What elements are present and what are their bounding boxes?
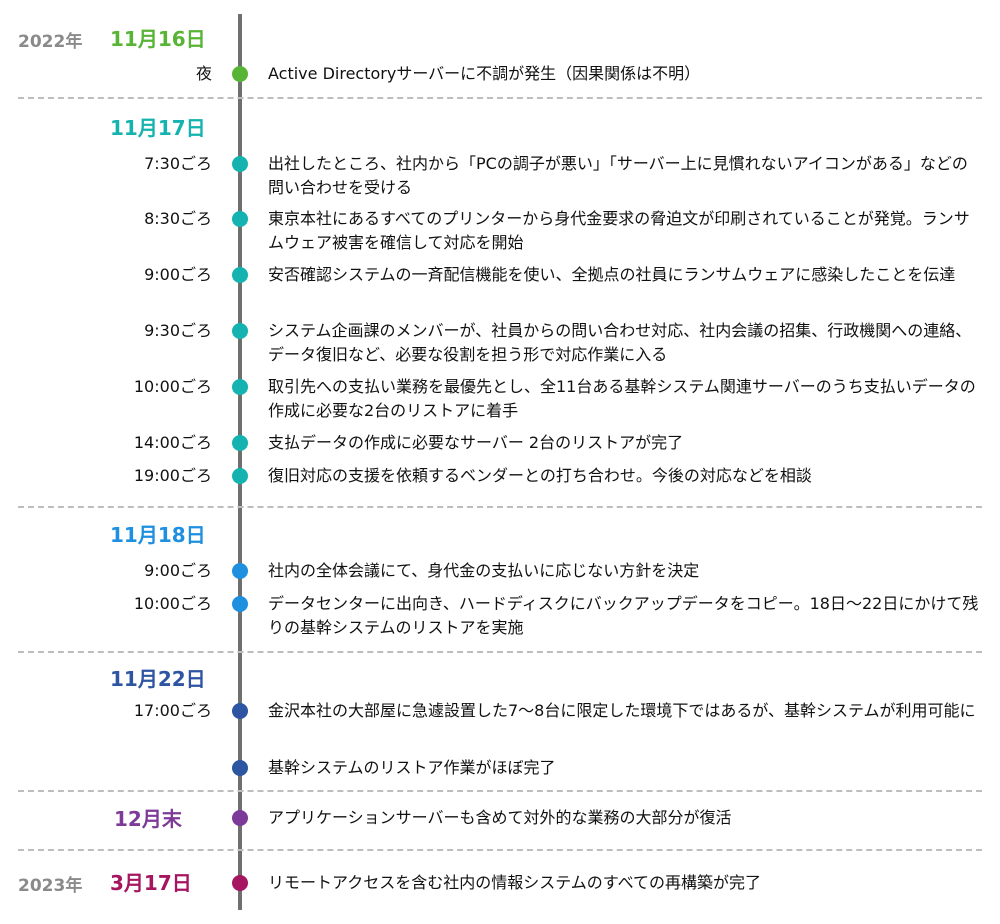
year-label: 2022年: [18, 32, 83, 52]
event-text: Active Directoryサーバーに不調が発生（因果関係は不明）: [268, 64, 701, 83]
event-time: 14:00ごろ: [133, 433, 212, 452]
event-text: 支払データの作成に必要なサーバー 2台のリストアが完了: [268, 433, 684, 452]
timeline-dot: [232, 468, 248, 484]
event-text: 出社したところ、社内から「PCの調子が悪い」「サーバー上に見慣れないアイコンがあ…: [268, 154, 968, 197]
timeline-dot: [232, 760, 248, 776]
year-label: 2023年: [18, 876, 83, 896]
timeline-dot: [232, 435, 248, 451]
event-text: 復旧対応の支援を依頼するベンダーとの打ち合わせ。今後の対応などを相談: [268, 466, 812, 485]
event-text: 安否確認システムの一斉配信機能を使い、全拠点の社員にランサムウェアに感染したこと…: [268, 265, 956, 284]
section-divider: [18, 97, 982, 99]
event-time: 9:30ごろ: [144, 321, 212, 340]
timeline-dot: [232, 156, 248, 172]
event-time: 夜: [195, 64, 212, 83]
section-date: 11月22日: [110, 667, 206, 691]
timeline-dot: [232, 267, 248, 283]
event-text: 基幹システムのリストア作業がほぼ完了: [268, 758, 556, 777]
event-time: 7:30ごろ: [144, 154, 212, 173]
event-time: 17:00ごろ: [133, 701, 212, 720]
timeline-dot: [232, 323, 248, 339]
event-text: リモートアクセスを含む社内の情報システムのすべての再構築が完了: [268, 873, 761, 892]
timeline-dot: [232, 596, 248, 612]
event-text: 東京本社にあるすべてのプリンターから身代金要求の脅迫文が印刷されていることが発覚…: [268, 209, 970, 252]
timeline-dot: [232, 875, 248, 891]
section-date: 11月18日: [110, 523, 206, 547]
timeline-dot: [232, 810, 248, 826]
section-date: 11月17日: [110, 116, 206, 140]
section-divider: [18, 506, 982, 508]
timeline-dot: [232, 211, 248, 227]
event-time: 10:00ごろ: [133, 377, 212, 396]
event-text: データセンターに出向き、ハードディスクにバックアップデータをコピー。18日～22…: [268, 594, 979, 637]
section-divider: [18, 651, 982, 653]
timeline-dot: [232, 563, 248, 579]
incident-timeline: 2022年 11月16日 夜 Active Directoryサーバーに不調が発…: [0, 0, 1000, 924]
event-text: システム企画課のメンバーが、社員からの問い合わせ対応、社内会議の招集、行政機関へ…: [268, 321, 972, 364]
timeline-dot: [232, 703, 248, 719]
event-time: 8:30ごろ: [144, 209, 212, 228]
event-text: 金沢本社の大部屋に急遽設置した7～8台に限定した環境下ではあるが、基幹システムが…: [268, 701, 976, 720]
event-text: 社内の全体会議にて、身代金の支払いに応じない方針を決定: [268, 561, 700, 580]
event-time: 9:00ごろ: [144, 561, 212, 580]
event-text: アプリケーションサーバーも含めて対外的な業務の大部分が復活: [268, 808, 732, 827]
section-divider: [18, 790, 982, 792]
section-divider: [18, 849, 982, 851]
section-date: 3月17日: [110, 871, 192, 895]
event-time: 19:00ごろ: [133, 466, 212, 485]
timeline-dot: [232, 66, 248, 82]
timeline-dot: [232, 379, 248, 395]
section-date: 12月末: [114, 807, 182, 831]
event-time: 10:00ごろ: [133, 594, 212, 613]
event-time: 9:00ごろ: [144, 265, 212, 284]
event-text: 取引先への支払い業務を最優先とし、全11台ある基幹システム関連サーバーのうち支払…: [268, 377, 976, 420]
section-date: 11月16日: [110, 27, 206, 51]
